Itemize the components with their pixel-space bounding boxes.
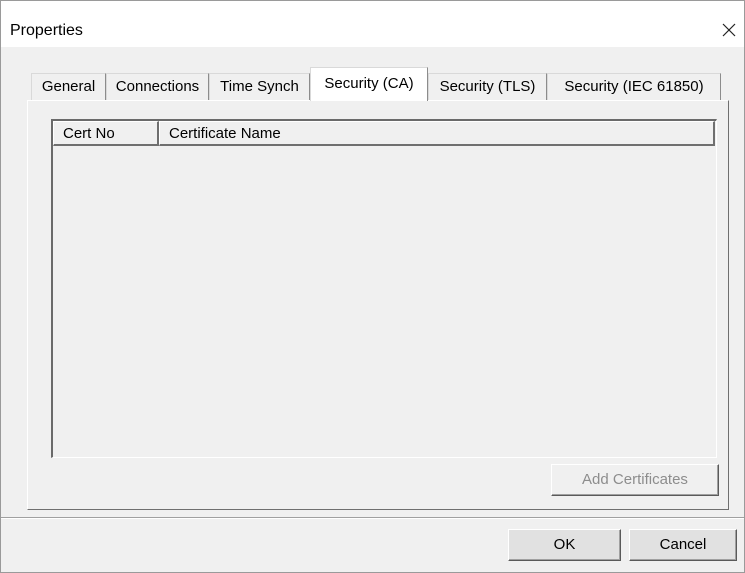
- button-label: Add Certificates: [582, 471, 688, 488]
- cancel-button[interactable]: Cancel: [629, 529, 737, 561]
- footer-divider: [1, 517, 744, 519]
- tab-label: General: [41, 78, 96, 95]
- tab-security-ca[interactable]: Security (CA): [310, 67, 428, 101]
- tab-label: Security (TLS): [439, 78, 536, 95]
- title-bar: Properties: [1, 1, 744, 47]
- column-header-label: Cert No: [63, 125, 115, 142]
- tab-general[interactable]: General: [31, 73, 106, 101]
- tab-connections[interactable]: Connections: [106, 73, 209, 101]
- tab-label: Time Synch: [220, 78, 299, 95]
- tab-security-iec-61850[interactable]: Security (IEC 61850): [547, 73, 721, 101]
- dialog-title: Properties: [10, 22, 83, 39]
- tab-label: Connections: [115, 78, 200, 95]
- close-icon: [722, 23, 736, 37]
- properties-dialog: Properties General Connections Time Sync…: [0, 0, 745, 573]
- button-label: OK: [553, 536, 576, 553]
- tab-label: Security (CA): [324, 75, 414, 92]
- column-header-cert-no[interactable]: Cert No: [53, 121, 159, 146]
- ok-button[interactable]: OK: [508, 529, 621, 561]
- add-certificates-button[interactable]: Add Certificates: [551, 464, 719, 496]
- column-header-label: Certificate Name: [169, 125, 281, 142]
- list-header: Cert No Certificate Name: [53, 121, 715, 146]
- tab-security-tls[interactable]: Security (TLS): [428, 73, 547, 101]
- close-button[interactable]: [714, 15, 744, 45]
- list-body[interactable]: [53, 146, 715, 456]
- tab-label: Security (IEC 61850): [564, 78, 704, 95]
- tab-time-synch[interactable]: Time Synch: [209, 73, 310, 101]
- column-header-certificate-name[interactable]: Certificate Name: [159, 121, 715, 146]
- button-label: Cancel: [659, 536, 707, 553]
- certificate-list[interactable]: Cert No Certificate Name: [51, 119, 717, 458]
